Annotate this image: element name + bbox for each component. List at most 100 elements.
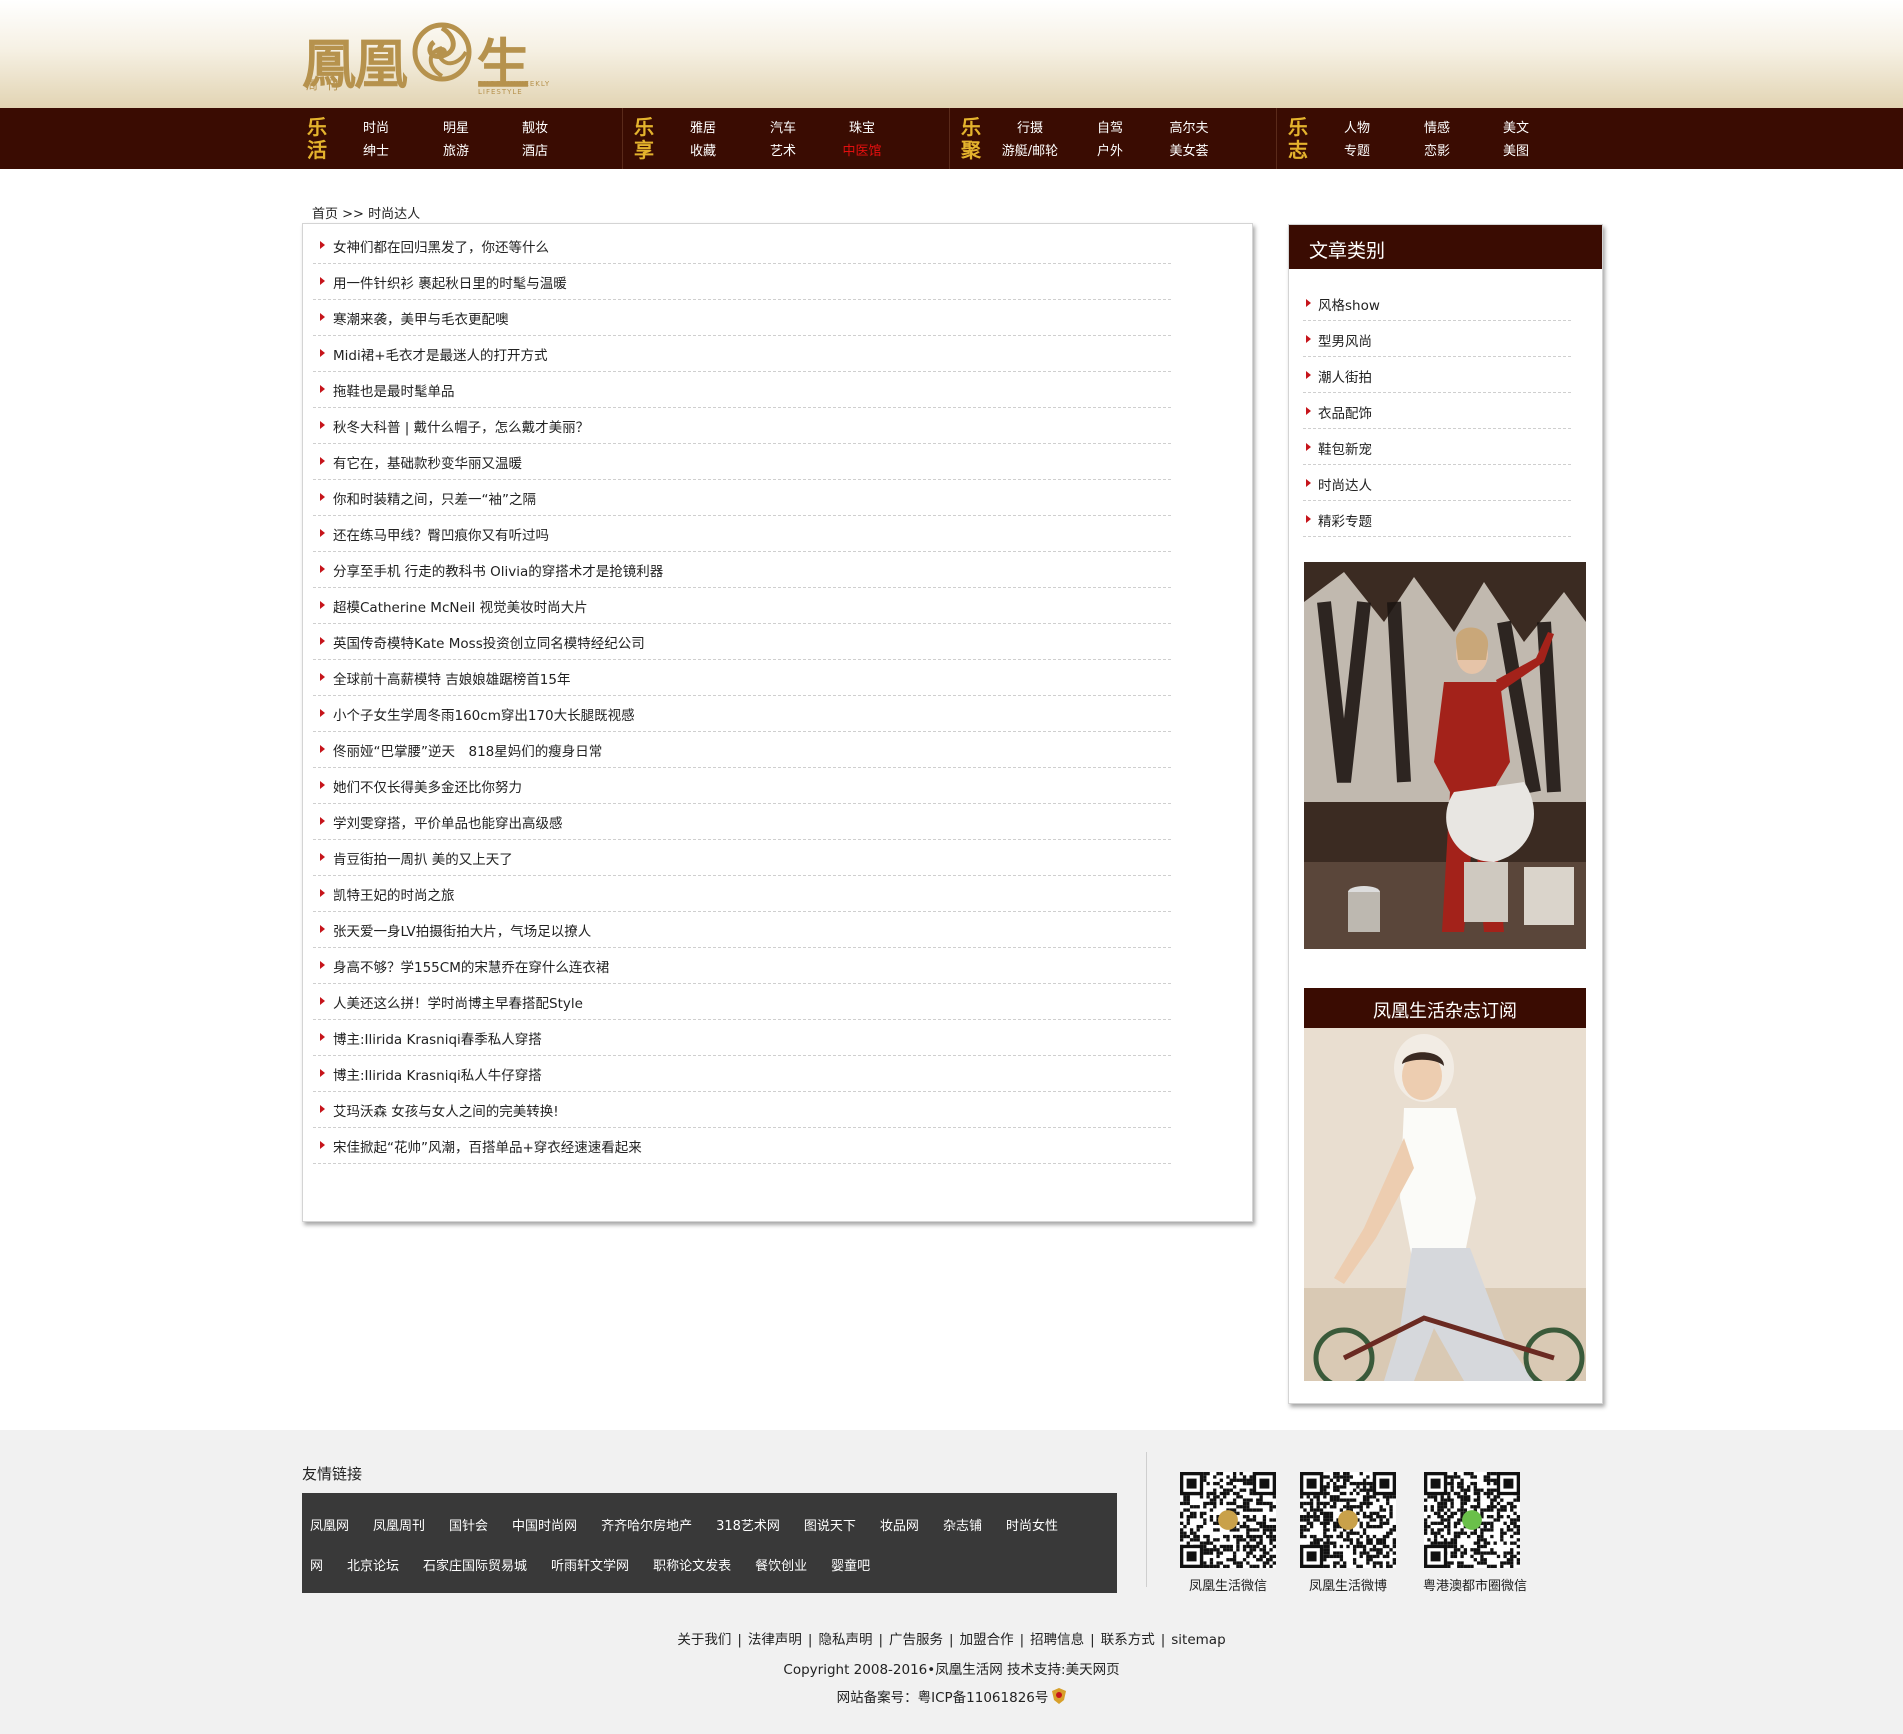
article-title-link[interactable]: 秋冬大科普 | 戴什么帽子，怎么戴才美丽？	[333, 416, 589, 436]
article-item[interactable]: 宋佳掀起“花帅”风潮，百搭单品+穿衣经速速看起来	[313, 1128, 1171, 1164]
article-item[interactable]: 全球前十高薪模特 吉娘娘雄踞榜首15年	[313, 660, 1171, 696]
friend-link[interactable]: 听雨轩文学网	[551, 1559, 629, 1574]
article-item[interactable]: 超模Catherine McNeil 视觉美妆时尚大片	[313, 588, 1171, 624]
article-title-link[interactable]: 艾玛沃森 女孩与女人之间的完美转换!	[333, 1100, 559, 1120]
nav-link[interactable]: 恋影	[1407, 140, 1467, 163]
friend-link[interactable]: 网	[310, 1559, 323, 1574]
icp-text[interactable]: 网站备案号：粤ICP备11061826号	[837, 1690, 1049, 1706]
article-item[interactable]: 张天爱一身LV拍摄街拍大片，气场足以撩人	[313, 912, 1171, 948]
nav-link[interactable]: 靓妆	[505, 117, 565, 140]
friend-link[interactable]: 齐齐哈尔房地产	[601, 1519, 692, 1534]
article-item[interactable]: 学刘雯穿搭，平价单品也能穿出高级感	[313, 804, 1171, 840]
article-title-link[interactable]: 博主:Ilirida Krasniqi春季私人穿搭	[333, 1028, 542, 1048]
article-item[interactable]: 博主:Ilirida Krasniqi春季私人穿搭	[313, 1020, 1171, 1056]
article-title-link[interactable]: 佟丽娅“巴掌腰”逆天 818星妈们的瘦身日常	[333, 740, 602, 760]
nav-group-category[interactable]: 乐活	[306, 116, 328, 162]
article-item[interactable]: 佟丽娅“巴掌腰”逆天 818星妈们的瘦身日常	[313, 732, 1171, 768]
article-title-link[interactable]: 小个子女生学周冬雨160cm穿出170大长腿既视感	[333, 704, 635, 724]
article-title-link[interactable]: 英国传奇模特Kate Moss投资创立同名模特经纪公司	[333, 632, 645, 652]
article-item[interactable]: 分享至手机 行走的教科书 Olivia的穿搭术才是抢镜利器	[313, 552, 1171, 588]
article-title-link[interactable]: 全球前十高薪模特 吉娘娘雄踞榜首15年	[333, 668, 570, 688]
friend-link[interactable]: 石家庄国际贸易城	[423, 1559, 527, 1574]
article-title-link[interactable]: 凯特王妃的时尚之旅	[333, 884, 455, 904]
article-title-link[interactable]: 超模Catherine McNeil 视觉美妆时尚大片	[333, 596, 588, 616]
article-item[interactable]: 英国传奇模特Kate Moss投资创立同名模特经纪公司	[313, 624, 1171, 660]
article-item[interactable]: 人美还这么拼！学时尚博主早春搭配Style	[313, 984, 1171, 1020]
nav-link[interactable]: 行摄	[1000, 117, 1060, 140]
category-link[interactable]: 风格show	[1318, 294, 1380, 314]
article-item[interactable]: 用一件针织衫 裹起秋日里的时髦与温暖	[313, 264, 1171, 300]
friend-link[interactable]: 婴童吧	[831, 1559, 870, 1574]
article-title-link[interactable]: Midi裙+毛衣才是最迷人的打开方式	[333, 344, 548, 364]
category-item[interactable]: 衣品配饰	[1303, 393, 1571, 429]
friend-link[interactable]: 凤凰网	[310, 1519, 349, 1534]
friend-link[interactable]: 国针会	[449, 1519, 488, 1534]
site-logo[interactable]: 鳳凰 周刊 生活 PHOENIXWEEKLY LIFESTYLE	[302, 18, 574, 175]
category-link[interactable]: 衣品配饰	[1318, 402, 1372, 422]
article-item[interactable]: 拖鞋也是最时髦单品	[313, 372, 1171, 408]
footer-link[interactable]: 加盟合作	[960, 1632, 1014, 1648]
nav-link[interactable]: 收藏	[673, 140, 733, 163]
article-item[interactable]: 秋冬大科普 | 戴什么帽子，怎么戴才美丽？	[313, 408, 1171, 444]
friend-link[interactable]: 餐饮创业	[755, 1559, 807, 1574]
qr-code-icon[interactable]	[1424, 1472, 1520, 1568]
nav-link[interactable]: 情感	[1407, 117, 1467, 140]
category-link[interactable]: 型男风尚	[1318, 330, 1372, 350]
nav-link[interactable]: 美文	[1486, 117, 1546, 140]
category-item[interactable]: 精彩专题	[1303, 501, 1571, 537]
article-title-link[interactable]: 肯豆街拍一周扒 美的又上天了	[333, 848, 513, 868]
article-title-link[interactable]: 她们不仅长得美多金还比你努力	[333, 776, 522, 796]
footer-link[interactable]: 广告服务	[889, 1632, 943, 1648]
category-link[interactable]: 潮人街拍	[1318, 366, 1372, 386]
article-title-link[interactable]: 学刘雯穿搭，平价单品也能穿出高级感	[333, 812, 563, 832]
category-item[interactable]: 潮人街拍	[1303, 357, 1571, 393]
article-item[interactable]: 小个子女生学周冬雨160cm穿出170大长腿既视感	[313, 696, 1171, 732]
article-item[interactable]: 她们不仅长得美多金还比你努力	[313, 768, 1171, 804]
article-item[interactable]: 肯豆街拍一周扒 美的又上天了	[313, 840, 1171, 876]
article-title-link[interactable]: 还在练马甲线？臀凹痕你又有听过吗	[333, 524, 549, 544]
friend-link[interactable]: 职称论文发表	[653, 1559, 731, 1574]
police-badge-icon[interactable]	[1052, 1688, 1067, 1704]
article-title-link[interactable]: 女神们都在回归黑发了，你还等什么	[333, 236, 549, 256]
friend-link[interactable]: 时尚女性	[1006, 1519, 1058, 1534]
footer-link[interactable]: 联系方式	[1101, 1632, 1155, 1648]
nav-group-category[interactable]: 乐志	[1287, 116, 1309, 162]
nav-group-category[interactable]: 乐享	[633, 116, 655, 162]
nav-link[interactable]: 雅居	[673, 117, 733, 140]
article-item[interactable]: 博主:Ilirida Krasniqi私人牛仔穿搭	[313, 1056, 1171, 1092]
article-title-link[interactable]: 身高不够？学155CM的宋慧乔在穿什么连衣裙	[333, 956, 609, 976]
friend-link[interactable]: 图说天下	[804, 1519, 856, 1534]
category-item[interactable]: 时尚达人	[1303, 465, 1571, 501]
category-link[interactable]: 鞋包新宠	[1318, 438, 1372, 458]
nav-link[interactable]: 艺术	[753, 140, 813, 163]
article-item[interactable]: 寒潮来袭，美甲与毛衣更配噢	[313, 300, 1171, 336]
friend-link[interactable]: 妆品网	[880, 1519, 919, 1534]
nav-link[interactable]: 专题	[1327, 140, 1387, 163]
article-title-link[interactable]: 分享至手机 行走的教科书 Olivia的穿搭术才是抢镜利器	[333, 560, 663, 580]
article-title-link[interactable]: 宋佳掀起“花帅”风潮，百搭单品+穿衣经速速看起来	[333, 1136, 642, 1156]
article-title-link[interactable]: 有它在，基础款秒变华丽又温暖	[333, 452, 522, 472]
article-title-link[interactable]: 张天爱一身LV拍摄街拍大片，气场足以撩人	[333, 920, 591, 940]
category-link[interactable]: 时尚达人	[1318, 474, 1372, 494]
article-item[interactable]: 艾玛沃森 女孩与女人之间的完美转换!	[313, 1092, 1171, 1128]
fashion-photo-red-dress[interactable]	[1304, 562, 1586, 949]
magazine-subscribe-photo[interactable]	[1304, 1028, 1586, 1381]
nav-group-category[interactable]: 乐聚	[960, 116, 982, 162]
nav-link[interactable]: 旅游	[426, 140, 486, 163]
qr-code-icon[interactable]	[1180, 1472, 1276, 1568]
nav-link[interactable]: 美女荟	[1159, 140, 1219, 163]
article-title-link[interactable]: 寒潮来袭，美甲与毛衣更配噢	[333, 308, 509, 328]
nav-link[interactable]: 人物	[1327, 117, 1387, 140]
footer-link[interactable]: 招聘信息	[1030, 1632, 1084, 1648]
nav-link[interactable]: 酒店	[505, 140, 565, 163]
article-title-link[interactable]: 用一件针织衫 裹起秋日里的时髦与温暖	[333, 272, 567, 292]
footer-link[interactable]: 关于我们	[677, 1632, 731, 1648]
friend-link[interactable]: 北京论坛	[347, 1559, 399, 1574]
article-title-link[interactable]: 博主:Ilirida Krasniqi私人牛仔穿搭	[333, 1064, 542, 1084]
nav-link[interactable]: 明星	[426, 117, 486, 140]
category-item[interactable]: 风格show	[1303, 285, 1571, 321]
footer-link[interactable]: 法律声明	[748, 1632, 802, 1648]
qr-code-icon[interactable]	[1300, 1472, 1396, 1568]
nav-link[interactable]: 珠宝	[832, 117, 892, 140]
article-item[interactable]: Midi裙+毛衣才是最迷人的打开方式	[313, 336, 1171, 372]
